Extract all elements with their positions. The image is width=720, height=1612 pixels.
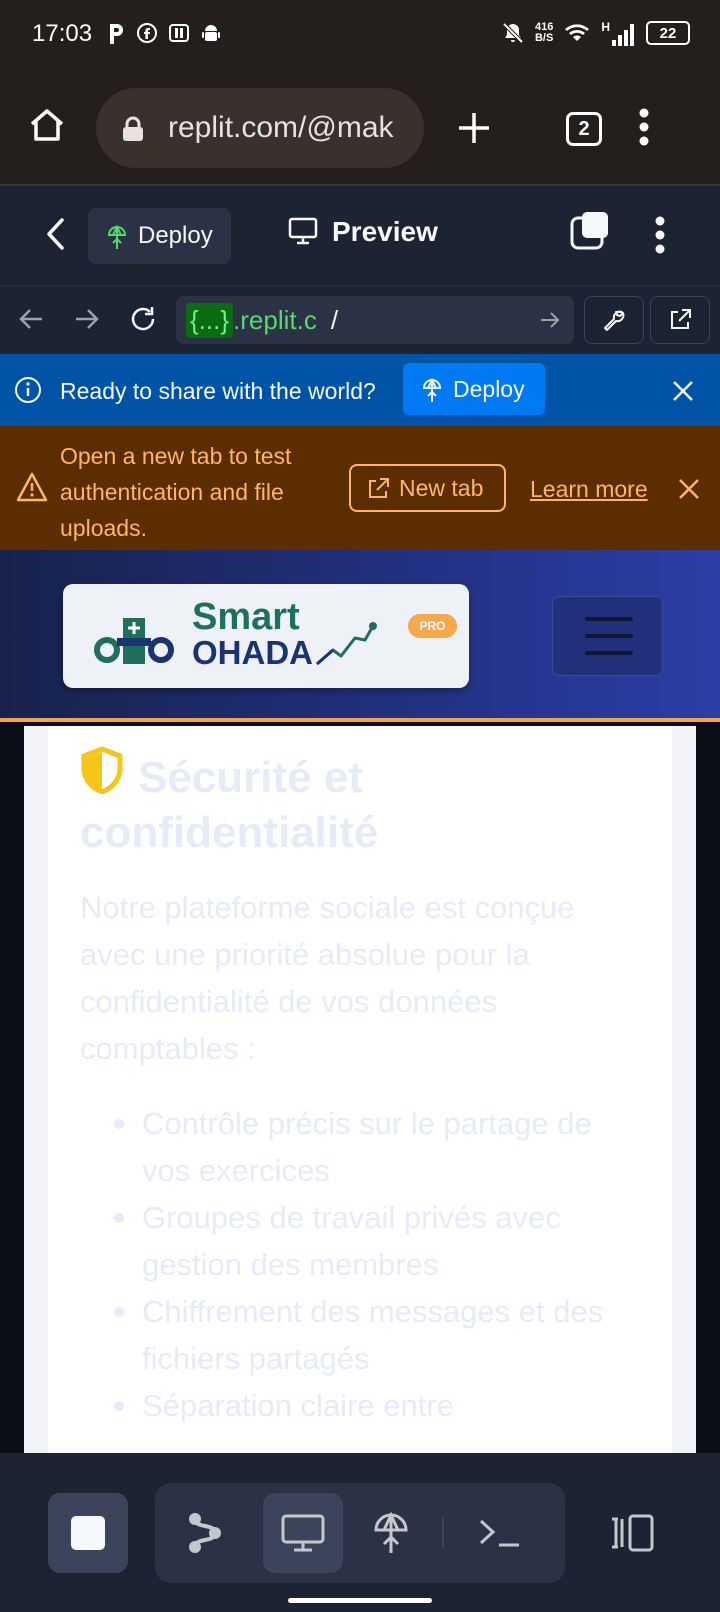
section-title-text: Sécurité et confidentialité xyxy=(80,753,379,857)
back-arrow-icon[interactable] xyxy=(18,306,44,332)
deploy-icon xyxy=(374,1511,408,1553)
panes-button[interactable] xyxy=(592,1493,672,1573)
status-bar: 17:03 416 B/S H 22 xyxy=(0,0,720,72)
growth-chart-icon xyxy=(316,622,377,666)
shield-icon xyxy=(81,746,123,794)
close-icon[interactable] xyxy=(678,478,700,500)
intro-paragraph: Notre plateforme sociale est conçue avec… xyxy=(80,890,575,1066)
hamburger-line xyxy=(585,634,633,638)
replit-header: Deploy Preview xyxy=(0,186,720,286)
preview-tool-button[interactable] xyxy=(263,1493,343,1573)
learn-more-link[interactable]: Learn more xyxy=(530,476,648,503)
preview-tab[interactable]: Preview xyxy=(288,216,438,248)
close-icon[interactable] xyxy=(672,380,694,402)
security-card: Sécurité et confidentialité Notre platef… xyxy=(48,726,672,1453)
deploy-icon xyxy=(107,224,127,249)
feature-list: Contrôle précis sur le partage de vos ex… xyxy=(114,1100,642,1429)
terminal-prompt-icon xyxy=(479,1519,519,1547)
net-speed: 416 B/S xyxy=(535,22,553,44)
new-tab-label: New tab xyxy=(399,474,484,501)
parking-icon xyxy=(110,24,123,44)
android-icon xyxy=(202,25,220,41)
hamburger-line xyxy=(585,617,633,621)
new-tab-plus-icon[interactable] xyxy=(456,110,492,146)
warning-triangle-icon xyxy=(16,472,48,502)
preview-tab-label: Preview xyxy=(332,216,438,247)
deploy-banner-button-label: Deploy xyxy=(453,375,525,402)
deploy-tab-button[interactable]: Deploy xyxy=(88,208,231,264)
deploy-banner: Ready to share with the world? Deploy xyxy=(0,354,720,426)
network-type: H xyxy=(601,20,610,34)
tool-group xyxy=(155,1483,565,1583)
deploy-banner-text: Ready to share with the world? xyxy=(60,378,376,404)
deploy-tool-button[interactable] xyxy=(351,1493,431,1573)
forward-arrow-icon[interactable] xyxy=(74,306,100,332)
wrench-icon xyxy=(604,310,625,331)
wifi-icon xyxy=(565,24,590,41)
split-pane-icon xyxy=(612,1514,654,1552)
list-item: Groupes de travail privés avec gestion d… xyxy=(114,1194,642,1288)
address-text: replit.com/@mak xyxy=(168,111,394,144)
url-host: .replit.c xyxy=(233,304,317,335)
pane-layout-icon[interactable] xyxy=(570,210,610,250)
webview-nav-bar: {...} .replit.c / xyxy=(0,286,720,354)
bottom-toolbar xyxy=(0,1453,720,1612)
logo-smart-text: Smart xyxy=(192,596,300,638)
shell-tool-button[interactable] xyxy=(459,1493,539,1573)
signal-icon xyxy=(612,24,634,46)
repl-id-chip: {...} xyxy=(186,302,234,338)
new-tab-button[interactable]: New tab xyxy=(349,464,506,512)
lock-icon xyxy=(123,116,143,141)
monitor-icon xyxy=(281,1514,325,1552)
divider xyxy=(442,1517,444,1549)
gesture-handle xyxy=(288,1598,432,1603)
webview-url-input[interactable]: {...} .replit.c / xyxy=(176,296,574,344)
browser-toolbar: replit.com/@mak 2 xyxy=(0,72,720,186)
logo-ohada-text: OHADA xyxy=(192,634,313,671)
browser-menu-icon[interactable] xyxy=(638,108,650,146)
deploy-tab-label: Deploy xyxy=(138,222,213,249)
site-preview: Smart OHADA PRO Sécurité et confidential… xyxy=(0,550,720,1453)
tab-switcher-button[interactable]: 2 xyxy=(566,112,602,146)
hamburger-line xyxy=(585,651,633,655)
external-link-icon xyxy=(671,309,691,329)
logo-mark-icon xyxy=(94,618,174,664)
git-branch-icon xyxy=(189,1513,221,1553)
mute-bell-icon xyxy=(502,22,524,44)
pro-badge: PRO xyxy=(408,614,457,638)
system-icons: 416 B/S H 22 xyxy=(501,20,690,46)
go-arrow-icon[interactable] xyxy=(540,310,560,330)
clock: 17:03 xyxy=(32,20,93,47)
facebook-icon xyxy=(137,23,157,43)
site-logo[interactable]: Smart OHADA PRO xyxy=(63,584,469,688)
net-speed-unit: B/S xyxy=(534,32,554,44)
auth-warning-text: Open a new tab to test authentication an… xyxy=(60,443,292,541)
document-app-icon xyxy=(169,24,189,42)
home-icon[interactable] xyxy=(28,106,66,144)
back-chevron-icon[interactable] xyxy=(44,216,68,252)
devtools-button[interactable] xyxy=(584,296,644,344)
list-item: Chiffrement des messages et des fichiers… xyxy=(114,1288,642,1382)
address-bar[interactable]: replit.com/@mak xyxy=(96,88,424,168)
deploy-banner-button[interactable]: Deploy xyxy=(403,363,545,415)
stop-button[interactable] xyxy=(48,1493,128,1573)
deploy-icon xyxy=(422,377,442,402)
open-in-new-tab-button[interactable] xyxy=(650,296,710,344)
external-link-icon xyxy=(369,478,389,498)
url-path: / xyxy=(330,304,339,335)
git-tool-button[interactable] xyxy=(165,1493,245,1573)
more-options-icon[interactable] xyxy=(654,216,666,254)
info-icon xyxy=(15,377,41,403)
list-item: Séparation claire entre xyxy=(114,1382,642,1429)
list-item: Contrôle précis sur le partage de vos ex… xyxy=(114,1100,642,1194)
stop-icon xyxy=(71,1516,105,1550)
auth-warning-banner: Open a new tab to test authentication an… xyxy=(0,426,720,550)
battery-indicator: 22 xyxy=(646,21,690,45)
notification-icons xyxy=(106,22,222,46)
site-navbar: Smart OHADA PRO xyxy=(0,550,720,722)
reload-icon[interactable] xyxy=(128,304,158,334)
section-title: Sécurité et confidentialité xyxy=(80,746,640,860)
monitor-icon xyxy=(288,217,318,245)
hamburger-menu-button[interactable] xyxy=(552,596,663,676)
